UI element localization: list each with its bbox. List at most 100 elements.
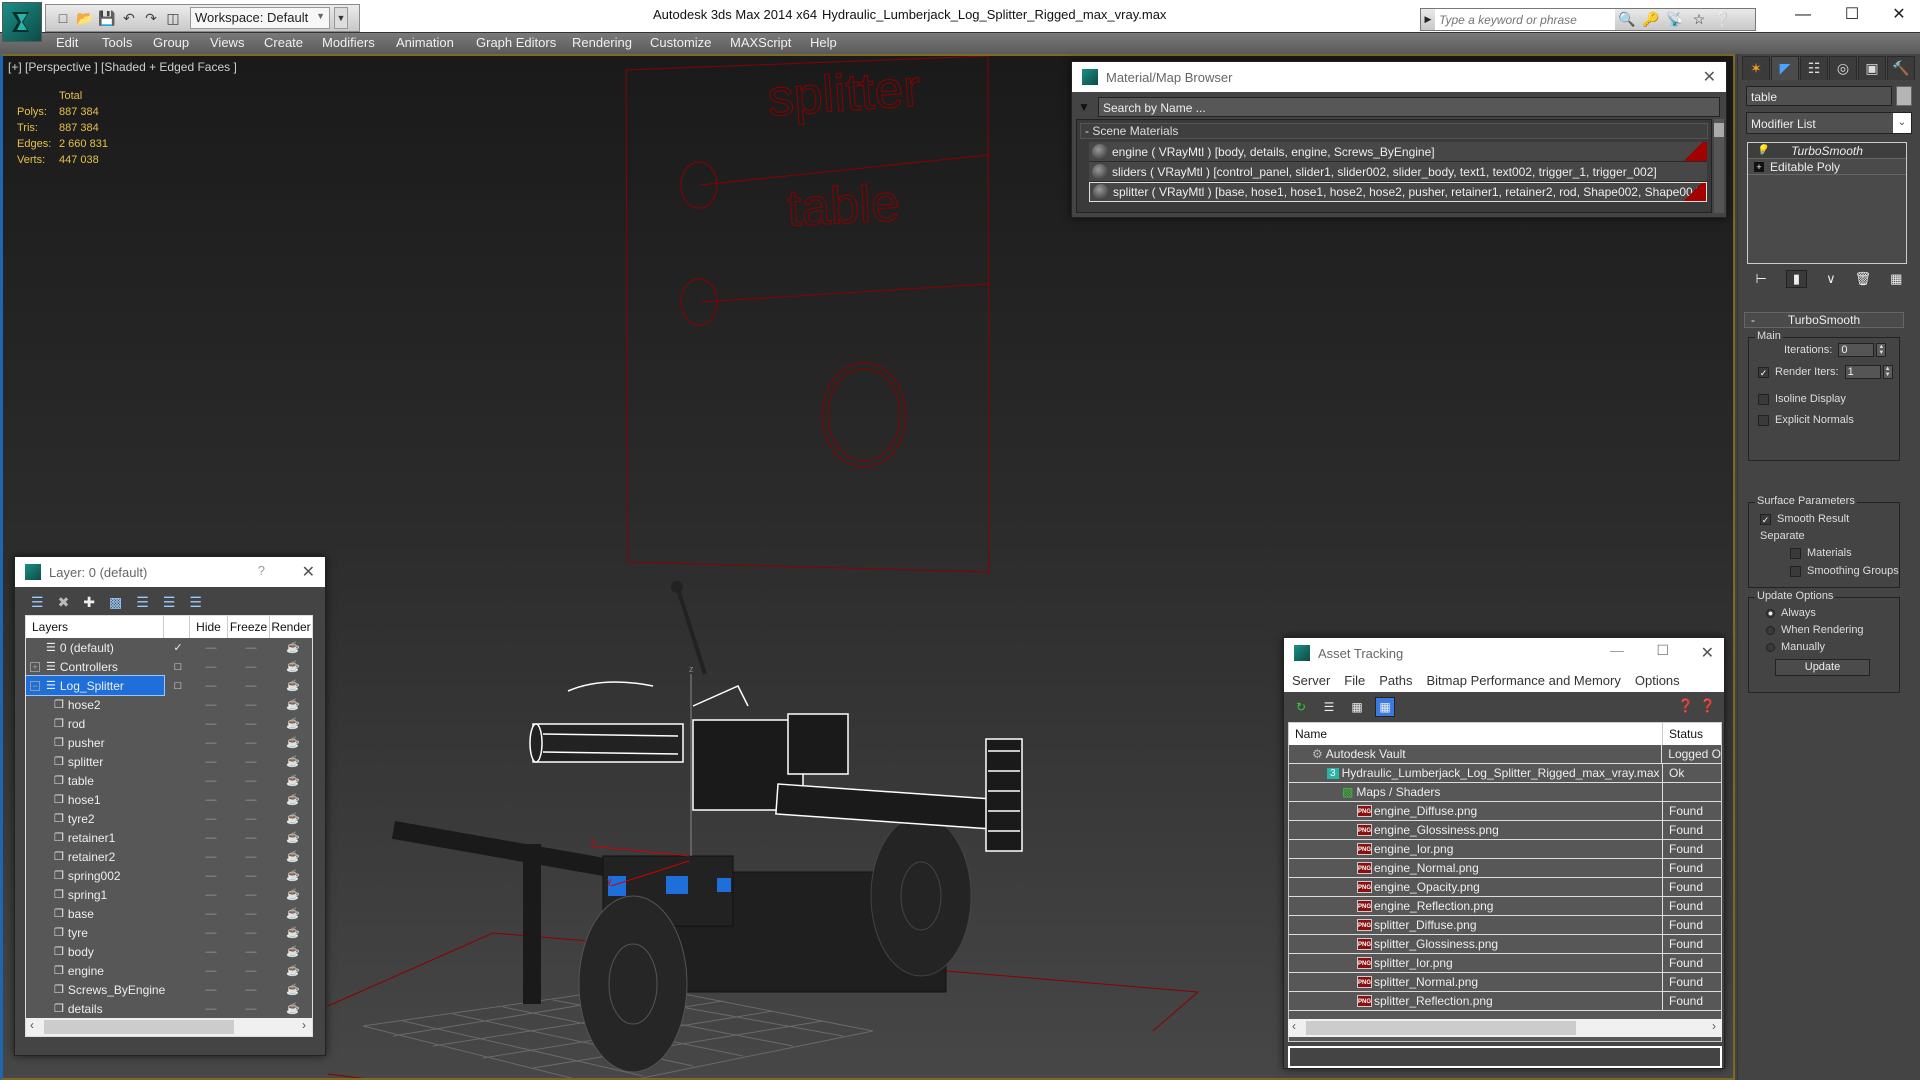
save-icon[interactable]: 💾 bbox=[98, 9, 116, 27]
asset-row[interactable]: PNG splitter_Diffuse.png Found bbox=[1289, 916, 1721, 935]
asset-row[interactable]: ▧ Maps / Shaders bbox=[1289, 783, 1721, 802]
col-name[interactable]: Name bbox=[1289, 723, 1663, 745]
layer-object-row[interactable]: ❐ Screws_ByEngine — — ☕ bbox=[26, 980, 312, 999]
hide-toggle[interactable]: — bbox=[192, 775, 230, 787]
redo-icon[interactable]: ↷ bbox=[142, 9, 160, 27]
freeze-toggle[interactable]: — bbox=[230, 1003, 272, 1015]
layer-object-row[interactable]: ❐ engine — — ☕ bbox=[26, 961, 312, 980]
hide-toggle[interactable]: — bbox=[192, 965, 230, 977]
highlight-layer-icon[interactable]: ☰ bbox=[163, 594, 176, 611]
menu-modifiers[interactable]: Modifiers bbox=[322, 35, 375, 50]
key-icon[interactable]: 🔑 bbox=[1639, 11, 1663, 28]
explicit-normals-checkbox[interactable] bbox=[1758, 414, 1769, 426]
menu-file[interactable]: File bbox=[1344, 673, 1365, 688]
scroll-left-icon[interactable]: ‹ bbox=[30, 1018, 34, 1032]
menu-animation[interactable]: Animation bbox=[396, 35, 454, 50]
render-teapot-icon[interactable]: ☕ bbox=[272, 983, 312, 996]
asset-row[interactable]: PNG engine_Ior.png Found bbox=[1289, 840, 1721, 859]
layer-object-row[interactable]: ❐ table — — ☕ bbox=[26, 771, 312, 790]
hide-toggle[interactable]: — bbox=[192, 794, 230, 806]
render-teapot-icon[interactable]: ☕ bbox=[272, 926, 312, 939]
hide-toggle[interactable]: — bbox=[192, 984, 230, 996]
render-teapot-icon[interactable]: ☕ bbox=[272, 945, 312, 958]
layer-name-cell[interactable]: ❐ Screws_ByEngine bbox=[26, 980, 165, 999]
hide-toggle[interactable]: — bbox=[192, 946, 230, 958]
hide-toggle[interactable]: — bbox=[192, 1003, 230, 1015]
set-current-layer-box[interactable]: □ bbox=[166, 680, 190, 692]
object-name-field[interactable]: table bbox=[1746, 86, 1892, 106]
freeze-toggle[interactable]: — bbox=[230, 775, 272, 787]
help-icon[interactable]: ❔ bbox=[1711, 11, 1735, 28]
render-teapot-icon[interactable]: ☕ bbox=[272, 869, 312, 882]
freeze-toggle[interactable]: — bbox=[230, 813, 272, 825]
menu-rendering[interactable]: Rendering bbox=[572, 35, 632, 50]
viewport-label-menu[interactable]: [+] [Perspective ] [Shaded + Edged Faces… bbox=[8, 60, 237, 74]
help-icon[interactable]: ❓ bbox=[1700, 698, 1716, 714]
separate-materials-checkbox[interactable] bbox=[1790, 547, 1801, 559]
layer-settings-icon[interactable]: ☰ bbox=[189, 594, 202, 611]
create-layer-icon[interactable]: ☰ bbox=[31, 594, 44, 611]
qat-customize-button[interactable]: ▼ bbox=[334, 7, 348, 29]
layer-name-cell[interactable]: − ☰ Log_Splitter bbox=[26, 675, 165, 696]
hide-toggle[interactable]: — bbox=[192, 832, 230, 844]
expand-icon[interactable]: + bbox=[30, 661, 40, 672]
freeze-toggle[interactable]: — bbox=[230, 889, 272, 901]
separate-smoothing-groups-checkbox[interactable] bbox=[1790, 565, 1801, 577]
layer-object-row[interactable]: ❐ rod — — ☕ bbox=[26, 714, 312, 733]
menu-views[interactable]: Views bbox=[210, 35, 244, 50]
satellite-icon[interactable]: 📡 bbox=[1663, 11, 1687, 28]
layer-object-row[interactable]: ❐ splitter — — ☕ bbox=[26, 752, 312, 771]
radio-when-rendering[interactable] bbox=[1766, 625, 1775, 635]
freeze-toggle[interactable]: — bbox=[230, 794, 272, 806]
render-teapot-icon[interactable]: ☕ bbox=[272, 641, 312, 654]
hide-toggle[interactable]: — bbox=[192, 870, 230, 882]
menu-options[interactable]: Options bbox=[1635, 673, 1680, 688]
lightbulb-icon[interactable]: 💡 bbox=[1756, 145, 1768, 156]
layer-name-cell[interactable]: ❐ spring002 bbox=[26, 866, 164, 885]
minimize-button[interactable]: — bbox=[1780, 0, 1826, 30]
project-folder-icon[interactable]: ◫ bbox=[164, 9, 182, 27]
utilities-tab[interactable]: 🔨 bbox=[1887, 56, 1915, 80]
smooth-result-checkbox[interactable]: ✓ bbox=[1760, 513, 1771, 525]
iterations-spinner-field[interactable]: 0 bbox=[1838, 343, 1875, 357]
stack-item-turbosmooth[interactable]: 💡 TurboSmooth bbox=[1748, 143, 1906, 159]
asset-row[interactable]: PNG engine_Glossiness.png Found bbox=[1289, 821, 1721, 840]
layer-name-cell[interactable]: ❐ retainer1 bbox=[26, 828, 164, 847]
material-item-sliders[interactable]: sliders ( VRayMtl ) [control_panel, slid… bbox=[1089, 162, 1707, 182]
menu-create[interactable]: Create bbox=[264, 35, 303, 50]
open-file-icon[interactable]: 📂 bbox=[76, 9, 94, 27]
render-teapot-icon[interactable]: ☕ bbox=[272, 850, 312, 863]
modifier-list-dropdown[interactable]: Modifier List ⌄ bbox=[1746, 112, 1912, 134]
scroll-right-icon[interactable]: › bbox=[1712, 1019, 1716, 1033]
freeze-toggle[interactable]: — bbox=[230, 642, 272, 654]
layer-name-cell[interactable]: ❐ splitter bbox=[26, 752, 164, 771]
hide-toggle[interactable]: — bbox=[192, 737, 230, 749]
layer-object-row[interactable]: ❐ spring1— — ☕ bbox=[26, 885, 312, 904]
configure-modifier-sets-icon[interactable]: ▦ bbox=[1890, 271, 1902, 287]
freeze-toggle[interactable]: — bbox=[230, 870, 272, 882]
freeze-toggle[interactable]: — bbox=[230, 965, 272, 977]
asset-horizontal-scrollbar[interactable]: ‹ › bbox=[1288, 1019, 1722, 1037]
layer-object-row[interactable]: ❐ tyre2— — ☕ bbox=[26, 809, 312, 828]
delete-layer-icon[interactable]: ✖ bbox=[58, 594, 70, 611]
stack-item-editable-poly[interactable]: + Editable Poly bbox=[1748, 159, 1906, 175]
new-file-icon[interactable]: □ bbox=[54, 9, 72, 27]
material-browser-titlebar[interactable]: Material/Map Browser ✕ bbox=[1072, 62, 1726, 92]
object-color-swatch[interactable] bbox=[1896, 86, 1912, 106]
current-layer-check-icon[interactable]: ✓ bbox=[166, 641, 190, 654]
layer-name-cell[interactable]: + ☰ Controllers bbox=[26, 657, 164, 676]
freeze-toggle[interactable]: — bbox=[230, 737, 272, 749]
scrollbar-thumb[interactable] bbox=[44, 1020, 234, 1034]
hide-toggle[interactable]: — bbox=[192, 642, 230, 654]
list-view-icon[interactable]: ☰ bbox=[1320, 698, 1338, 716]
freeze-toggle[interactable]: — bbox=[230, 718, 272, 730]
layer-name-cell[interactable]: ❐ tyre2 bbox=[26, 809, 164, 828]
close-icon[interactable]: ✕ bbox=[302, 562, 315, 582]
render-teapot-icon[interactable]: ☕ bbox=[272, 679, 312, 692]
col-render[interactable]: Render bbox=[270, 616, 312, 638]
display-tab[interactable]: ▣ bbox=[1858, 56, 1886, 80]
layer-name-cell[interactable]: ❐ table bbox=[26, 771, 164, 790]
close-icon[interactable]: ✕ bbox=[1703, 67, 1716, 87]
asset-row[interactable]: PNG engine_Normal.png Found bbox=[1289, 859, 1721, 878]
material-item-engine[interactable]: engine ( VRayMtl ) [body, details, engin… bbox=[1089, 142, 1707, 162]
